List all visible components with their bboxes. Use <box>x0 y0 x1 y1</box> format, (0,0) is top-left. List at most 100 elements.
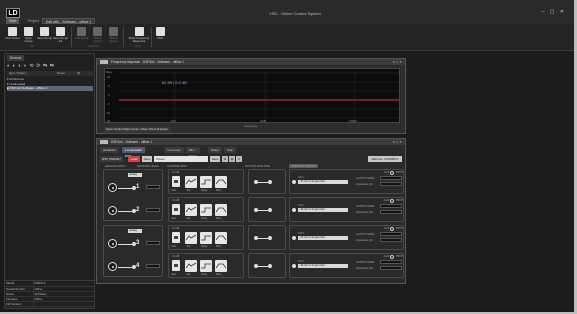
gain-value: 0.0 dB <box>172 171 180 174</box>
preset-load-button[interactable]: Load <box>128 156 140 162</box>
speaker-channel-label: CH 1 <box>298 176 304 179</box>
tab-loudspeaker-dsp[interactable]: Loudspeaker DSP <box>122 147 146 158</box>
input-level-field-3[interactable] <box>146 241 160 245</box>
eq-block[interactable] <box>185 204 197 216</box>
filter-block[interactable] <box>215 232 227 244</box>
button-label: Mute <box>157 36 164 40</box>
mute-button[interactable]: Mute <box>153 26 168 48</box>
column-name[interactable]: Name <box>57 71 65 76</box>
impedance-field[interactable] <box>380 210 402 214</box>
gain-fader[interactable] <box>172 204 180 215</box>
gain-value: 0.0 dB <box>172 255 180 258</box>
window-controls[interactable]: ▾ ▢ ✕ <box>393 139 402 145</box>
preset-copy-icon[interactable]: ⧉ <box>222 156 228 162</box>
filter-block[interactable] <box>215 204 227 216</box>
preset-store-button[interactable]: Save <box>210 156 220 162</box>
gain-fader[interactable] <box>172 260 180 271</box>
prot-label: PROT <box>396 227 403 230</box>
input-jack-3[interactable] <box>108 239 117 248</box>
link-group-button[interactable]: Link Group <box>74 26 89 48</box>
eq-block[interactable] <box>185 260 197 272</box>
speaker-preset-select-4[interactable]: --PLUG (1 Single Pair) <box>298 264 348 268</box>
column-item[interactable]: Item / Model <box>9 71 26 76</box>
speaker-preset-select-2[interactable]: --PLUG (1 Single Pair) <box>298 208 348 212</box>
delay-block[interactable] <box>200 204 212 216</box>
output-level-label: OUTPUT LEVEL <box>356 233 375 236</box>
input-jack-4[interactable] <box>108 262 117 271</box>
eq-block[interactable] <box>185 232 197 244</box>
device-toolbar[interactable]: ◐ ◐ ◐ ◐ ⟲ ⟳ ⇆ ⇆ <box>7 63 55 69</box>
route-node <box>268 180 272 184</box>
preset-name-field[interactable]: Preset <box>154 156 208 162</box>
y-axis-title: Mag <box>106 70 112 74</box>
frequency-graph[interactable]: 81.95 | 0.0 dB Mag 10 5 0 -5 -10 -15 100… <box>104 68 400 123</box>
input-level-field-4[interactable] <box>146 264 160 268</box>
block-label: Filter <box>216 273 222 276</box>
window-title-text: DSP4x4 - Software - offline 1 <box>111 140 153 144</box>
save-group-as-button[interactable]: Save Group As <box>53 26 68 48</box>
ribbon-group-label: Grouping <box>88 45 99 48</box>
clip-indicator <box>390 227 394 231</box>
tab-crossover[interactable]: Crossover <box>164 147 184 153</box>
block-label: Gain <box>171 273 177 276</box>
block-label: EQ <box>187 273 191 276</box>
speaker-channel-label: CH 2 <box>298 204 304 207</box>
input-level-field-2[interactable] <box>146 208 160 212</box>
tab-setup[interactable]: Setup <box>208 147 222 153</box>
preset-save-button[interactable]: Save <box>142 156 152 162</box>
preset-paste-icon[interactable]: ▤ <box>229 156 235 162</box>
recall-current-button[interactable]: RECALL CURRENT <box>368 156 402 162</box>
input-type-select[interactable]: Analog <box>128 229 142 233</box>
speaker-preset-select-3[interactable]: --PLUG (1 Single Pair) <box>298 236 348 240</box>
input-jack-2[interactable] <box>108 206 117 215</box>
delay-block[interactable] <box>200 176 212 188</box>
filter-block[interactable] <box>215 260 227 272</box>
output-level-field[interactable] <box>380 176 402 180</box>
y-tick: 0 <box>108 93 110 97</box>
speaker-preset-select-1[interactable]: --PLUG (1 Single Pair) <box>298 180 348 184</box>
tab-mix-matrix[interactable]: Mix / Matrix <box>186 147 201 158</box>
delay-block[interactable] <box>200 232 212 244</box>
gain-fader[interactable] <box>172 176 180 187</box>
button-label: Show Frequency Response <box>128 36 150 43</box>
output-level-field[interactable] <box>380 232 402 236</box>
window-controls[interactable]: ▾ ▢ ✕ <box>393 59 402 65</box>
filter-block[interactable] <box>215 176 227 188</box>
block-label: Gain <box>171 245 177 248</box>
link-icon <box>77 27 86 36</box>
unlink-group-button-2[interactable]: Unlink Group <box>106 26 121 48</box>
unlink-icon <box>109 27 118 36</box>
preset-clear-icon[interactable]: ✕ <box>236 156 242 162</box>
device-list-header: Item / Model Name ID <box>7 71 93 76</box>
impedance-field[interactable] <box>380 238 402 242</box>
output-level-field[interactable] <box>380 204 402 208</box>
channel-dsp-1: 0.0 dB Gain EQ Delay Filter <box>168 169 244 194</box>
tab-help[interactable]: Help <box>224 147 237 153</box>
impedance-field[interactable] <box>380 266 402 270</box>
tab-hardware[interactable]: Hardware <box>100 147 120 153</box>
delay-block[interactable] <box>200 260 212 272</box>
input-type-select[interactable]: Analog <box>128 173 142 177</box>
dsp-window-title[interactable]: DSP4x4 - Software - offline 1 ▾ ▢ ✕ <box>97 139 405 145</box>
new-group-button[interactable]: New Group <box>5 26 20 48</box>
tree-item-dsp[interactable]: ■ DSP 4x4 Software - offline 1 <box>7 86 93 91</box>
window-controls[interactable]: – ▢ ✕ <box>542 9 566 15</box>
input-jack-1[interactable] <box>108 183 117 192</box>
button-label: Unlink Group <box>93 36 102 43</box>
curve-info-button[interactable]: Open Control Sight Center | Filter CPA &… <box>104 127 170 132</box>
block-label: Delay <box>201 245 208 248</box>
route-node <box>268 208 272 212</box>
output-level-field[interactable] <box>380 260 402 264</box>
frequency-window-title[interactable]: Frequency response - DSP4x4 - Software -… <box>97 59 405 65</box>
tab-devices[interactable]: Devices <box>7 55 25 61</box>
save-group-button[interactable]: Save Group <box>37 26 52 48</box>
block-label: Filter <box>216 217 222 220</box>
open-folder-icon <box>24 27 33 36</box>
eq-block[interactable] <box>185 176 197 188</box>
impedance-field[interactable] <box>380 182 402 186</box>
output-routing-4 <box>248 253 286 278</box>
column-id[interactable]: ID <box>77 71 80 76</box>
input-level-field-1[interactable] <box>146 185 160 189</box>
gain-fader[interactable] <box>172 232 180 243</box>
block-label: EQ <box>187 245 191 248</box>
